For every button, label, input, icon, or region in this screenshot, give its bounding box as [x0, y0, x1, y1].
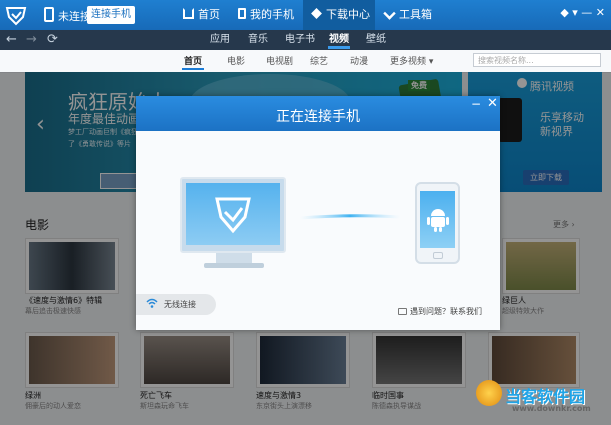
- window-controls[interactable]: ◆ ▾ — ✕: [560, 6, 605, 19]
- help-contact-link[interactable]: 遇到问题？联系我们: [410, 306, 482, 317]
- nav-my-phone-label: 我的手机: [250, 8, 294, 21]
- wrench-icon: [383, 7, 396, 20]
- app-logo-icon[interactable]: [4, 3, 28, 27]
- subnav-variety[interactable]: 综艺: [310, 54, 328, 67]
- subnav-movies[interactable]: 电影: [227, 54, 245, 67]
- chat-icon: [398, 308, 407, 315]
- back-icon[interactable]: ←: [6, 31, 17, 49]
- download-icon: [311, 8, 322, 19]
- shield-logo-icon: [215, 197, 251, 234]
- subnav-home[interactable]: 首页: [184, 54, 202, 67]
- wireless-connect-label[interactable]: 无线连接: [164, 299, 196, 310]
- phone-icon: [238, 8, 246, 19]
- phone-status-icon: [44, 7, 54, 22]
- category-apps[interactable]: 应用: [210, 31, 230, 49]
- forward-icon[interactable]: →: [26, 31, 37, 49]
- subnav-tv[interactable]: 电视剧: [266, 54, 293, 67]
- nav-toolbox[interactable]: 工具箱: [383, 0, 444, 30]
- category-music[interactable]: 音乐: [248, 31, 268, 49]
- android-robot-icon: [427, 209, 449, 232]
- subnav-anime[interactable]: 动漫: [350, 54, 368, 67]
- refresh-icon[interactable]: ⟳: [47, 31, 58, 49]
- nav-my-phone[interactable]: 我的手机: [238, 0, 298, 30]
- nav-home[interactable]: 首页: [183, 0, 235, 30]
- connection-beam: [300, 214, 400, 220]
- category-wallpaper[interactable]: 壁纸: [366, 31, 386, 49]
- subnav-active-indicator: [182, 68, 204, 70]
- dialog-close-button[interactable]: ✕: [487, 96, 498, 111]
- dialog-minimize-button[interactable]: −: [471, 97, 481, 111]
- subnav-more[interactable]: 更多视频 ▾: [390, 54, 433, 67]
- nav-home-label: 首页: [198, 8, 220, 21]
- home-icon: [183, 8, 194, 19]
- connect-phone-button[interactable]: 连接手机: [87, 6, 135, 24]
- dialog-title: 正在连接手机: [276, 109, 360, 125]
- watermark-logo-icon: [476, 380, 502, 406]
- active-category-indicator: [328, 46, 350, 49]
- monitor-base: [204, 263, 264, 268]
- phone-home-button: [433, 252, 443, 259]
- watermark-url: www.downkr.com: [512, 404, 591, 413]
- nav-download-center[interactable]: 下载中心: [303, 0, 375, 30]
- nav-toolbox-label: 工具箱: [399, 8, 432, 21]
- wifi-icon: [146, 298, 158, 308]
- video-search-input[interactable]: 搜索视频名称...: [473, 53, 601, 67]
- nav-download-label: 下载中心: [326, 8, 370, 21]
- monitor-stand: [216, 253, 252, 263]
- category-ebooks[interactable]: 电子书: [285, 31, 315, 49]
